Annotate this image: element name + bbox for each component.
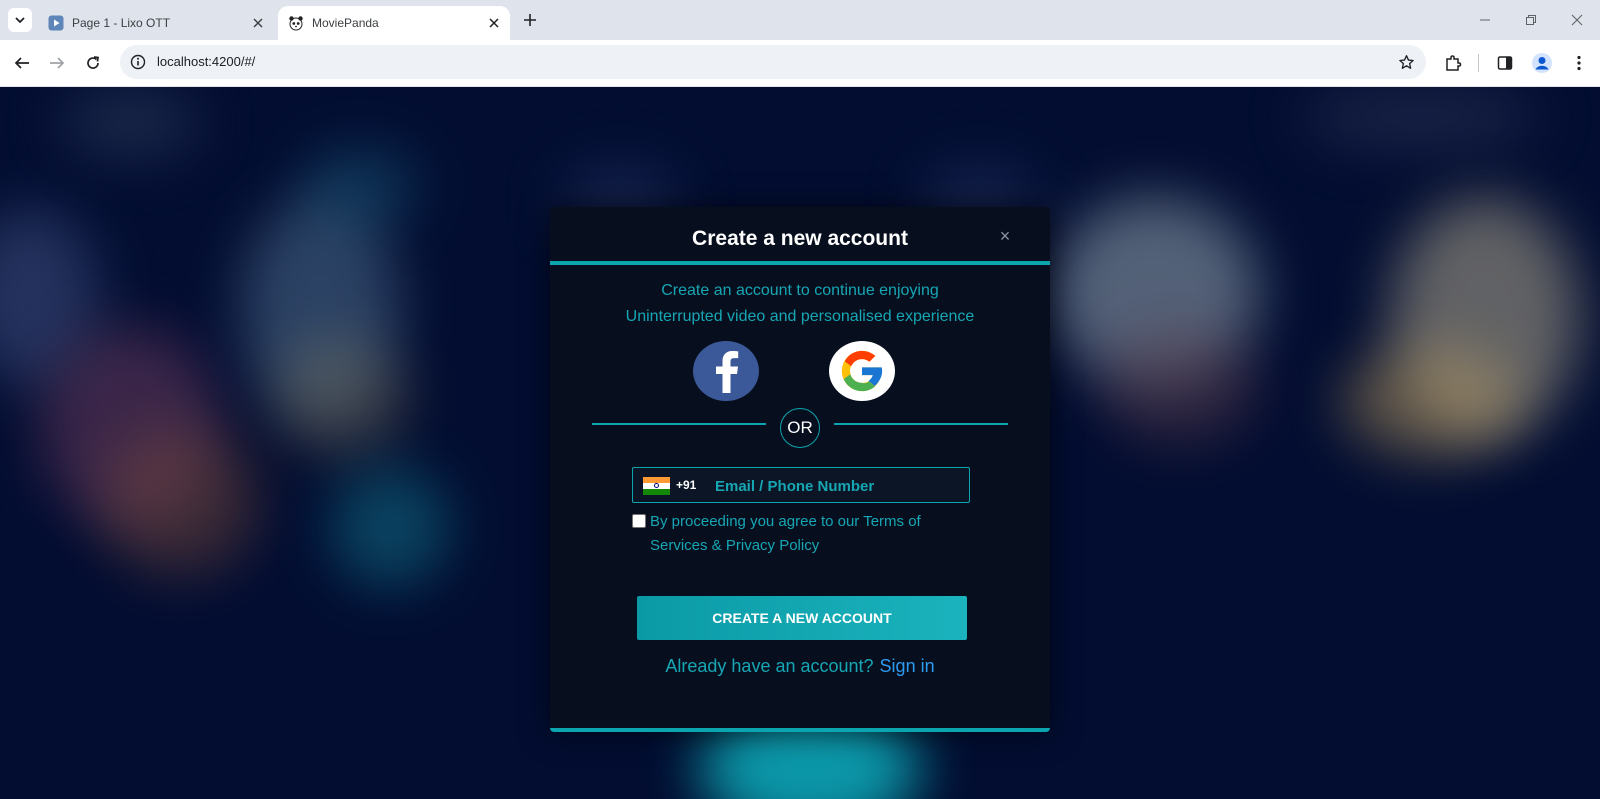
google-icon bbox=[841, 350, 883, 392]
google-login-button[interactable] bbox=[829, 341, 895, 401]
profile-avatar-icon[interactable] bbox=[1530, 51, 1554, 75]
facebook-login-button[interactable] bbox=[693, 341, 759, 401]
minimize-button[interactable] bbox=[1473, 8, 1497, 32]
facebook-icon bbox=[716, 351, 739, 393]
restore-icon bbox=[1526, 15, 1536, 25]
signin-row: Already have an account? Sign in bbox=[550, 656, 1050, 677]
india-flag-icon[interactable] bbox=[643, 477, 670, 495]
side-panel-icon[interactable] bbox=[1493, 51, 1517, 75]
url-text[interactable]: localhost:4200/#/ bbox=[157, 54, 255, 69]
or-separator: OR bbox=[780, 408, 820, 448]
country-code[interactable]: +91 bbox=[676, 478, 696, 492]
plus-icon bbox=[524, 14, 536, 26]
back-button[interactable] bbox=[9, 50, 35, 76]
minimize-icon bbox=[1480, 19, 1490, 21]
tab-close-button[interactable] bbox=[484, 13, 504, 33]
back-arrow-icon bbox=[14, 57, 29, 69]
browser-toolbar: localhost:4200/#/ bbox=[0, 40, 1600, 87]
close-icon bbox=[489, 18, 499, 28]
subtitle-line-2: Uninterrupted video and personalised exp… bbox=[625, 308, 975, 325]
or-divider-left bbox=[592, 423, 766, 425]
extensions-icon[interactable] bbox=[1441, 51, 1465, 75]
tab-moviepanda[interactable]: MoviePanda bbox=[278, 6, 510, 40]
email-phone-field[interactable]: +91 bbox=[632, 467, 970, 503]
modal-title: Create a new account bbox=[692, 227, 908, 250]
restore-button[interactable] bbox=[1519, 8, 1543, 32]
more-menu-icon[interactable] bbox=[1567, 51, 1591, 75]
email-phone-input[interactable] bbox=[715, 472, 965, 500]
modal-footer-bar bbox=[550, 728, 1050, 732]
forward-arrow-icon bbox=[50, 57, 65, 69]
modal-header: Create a new account × bbox=[550, 207, 1050, 265]
modal-close-button[interactable]: × bbox=[996, 227, 1014, 245]
tab-close-button[interactable] bbox=[248, 13, 268, 33]
subtitle-line-1: Create an account to continue enjoying bbox=[661, 282, 939, 299]
browser-tab-strip: Page 1 - Lixo OTT MoviePanda bbox=[0, 0, 1600, 40]
bookmark-star-icon[interactable] bbox=[1396, 52, 1416, 72]
close-window-button[interactable] bbox=[1565, 8, 1589, 32]
toolbar-divider bbox=[1478, 54, 1479, 72]
create-account-button[interactable]: CREATE A NEW ACCOUNT bbox=[637, 596, 967, 640]
forward-button[interactable] bbox=[44, 50, 70, 76]
panda-icon bbox=[289, 16, 303, 31]
or-divider-right bbox=[834, 423, 1008, 425]
tab-title: Page 1 - Lixo OTT bbox=[72, 16, 171, 30]
tab-title: MoviePanda bbox=[312, 16, 379, 30]
create-account-modal: Create a new account × Create an account… bbox=[550, 207, 1050, 732]
play-icon bbox=[48, 15, 64, 31]
tab-lixo-ott[interactable]: Page 1 - Lixo OTT bbox=[38, 6, 274, 40]
terms-checkbox[interactable] bbox=[632, 514, 646, 528]
close-icon bbox=[253, 18, 263, 28]
page-viewport: Create a new account × Create an account… bbox=[0, 87, 1600, 799]
terms-label[interactable]: By proceeding you agree to our Terms of … bbox=[650, 510, 970, 558]
new-tab-button[interactable] bbox=[520, 10, 540, 30]
tab-search-button[interactable] bbox=[8, 8, 32, 32]
address-bar[interactable]: localhost:4200/#/ bbox=[120, 45, 1426, 79]
chevron-down-icon bbox=[15, 17, 25, 24]
close-icon bbox=[1571, 14, 1583, 26]
signin-link[interactable]: Sign in bbox=[880, 656, 935, 676]
reload-button[interactable] bbox=[80, 50, 106, 76]
site-info-icon[interactable] bbox=[128, 52, 148, 72]
reload-icon bbox=[87, 56, 99, 69]
signin-question: Already have an account? bbox=[665, 656, 874, 676]
